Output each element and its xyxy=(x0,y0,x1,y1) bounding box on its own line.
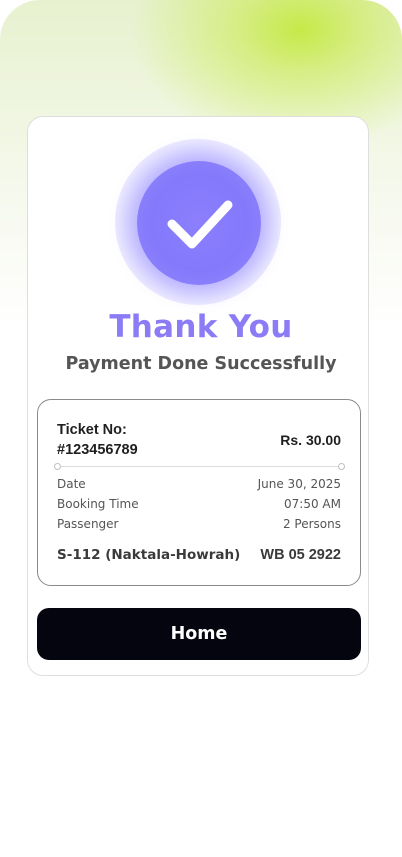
route-name: S-112 (Naktala-Howrah) xyxy=(57,547,241,563)
payment-status-text: Payment Done Successfully xyxy=(65,354,337,374)
passenger-label: Passenger xyxy=(57,517,119,531)
divider-dot-right xyxy=(338,463,345,470)
date-label: Date xyxy=(57,477,86,491)
ticket-divider xyxy=(57,466,341,467)
divider-dot-left xyxy=(54,463,61,470)
booking-time-value: 07:50 AM xyxy=(284,497,341,511)
thank-you-title: Thank You xyxy=(109,309,293,345)
success-badge xyxy=(137,161,261,285)
booking-time-label: Booking Time xyxy=(57,497,139,511)
vehicle-number: WB 05 2922 xyxy=(260,547,341,563)
date-value: June 30, 2025 xyxy=(257,477,341,491)
passenger-value: 2 Persons xyxy=(282,517,341,531)
ticket-number: #123456789 xyxy=(57,442,138,458)
home-button[interactable]: Home xyxy=(37,608,361,660)
ticket-number-label: Ticket No: xyxy=(57,422,127,438)
ticket-price: Rs. 30.00 xyxy=(280,432,341,448)
check-icon xyxy=(167,200,233,249)
app-screen: Thank You Payment Done Successfully Tick… xyxy=(0,0,402,857)
